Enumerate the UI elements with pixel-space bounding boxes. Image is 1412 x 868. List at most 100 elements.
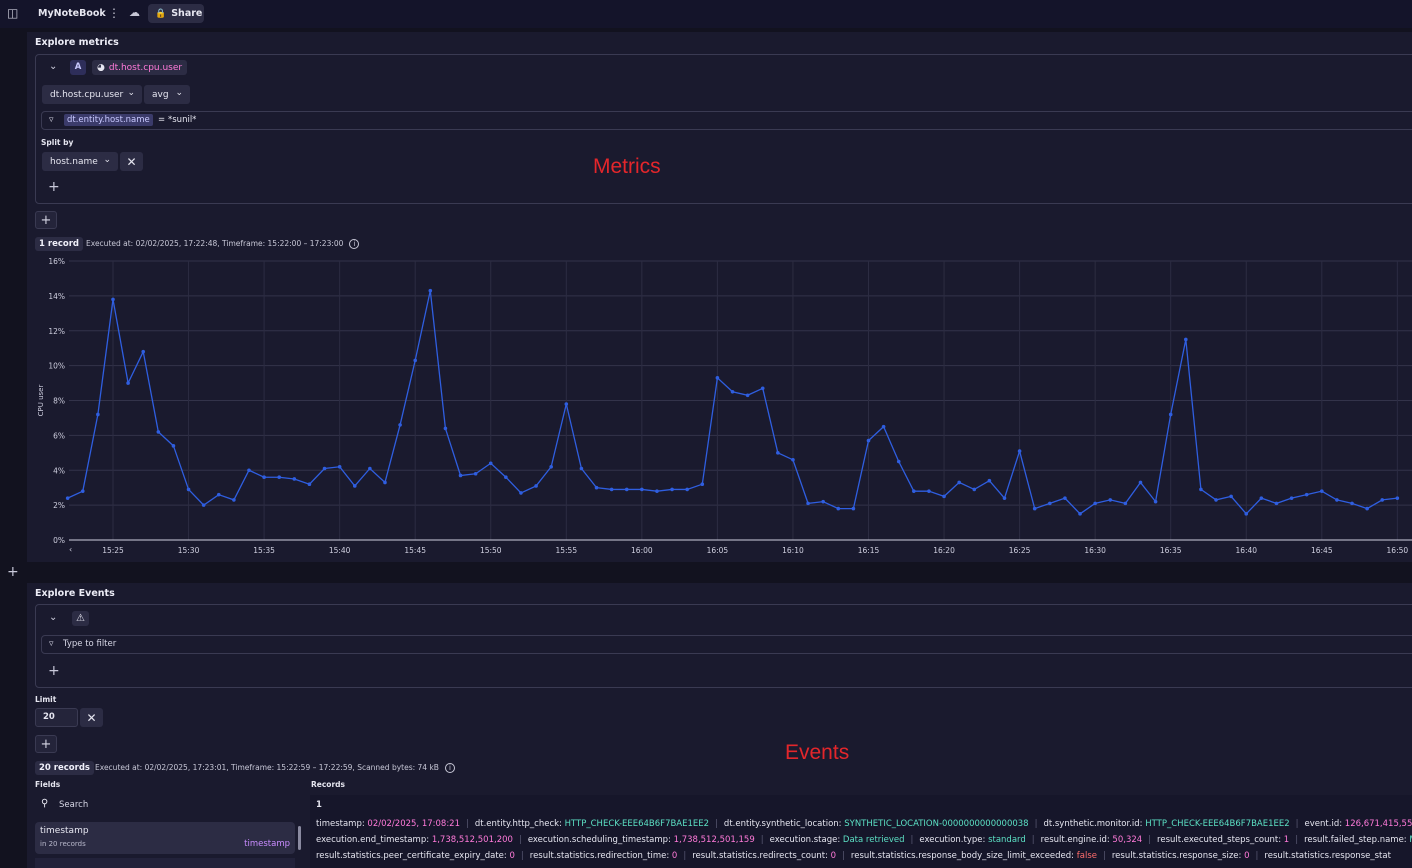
x-tick-label: 16:35 bbox=[1160, 546, 1182, 555]
record-field-value[interactable]: 0 bbox=[672, 851, 677, 861]
record-field-value[interactable]: SYNTHETIC_LOCATION-0000000000000038 bbox=[844, 819, 1028, 829]
data-point bbox=[413, 358, 418, 363]
y-tick-label: 10% bbox=[48, 362, 65, 371]
data-point bbox=[730, 389, 735, 394]
limit-label: Limit bbox=[35, 695, 57, 704]
record-field-key: execution.scheduling_timestamp: bbox=[527, 835, 674, 845]
fields-search[interactable]: ⚲ Search bbox=[35, 795, 297, 815]
events-annotation: Events bbox=[785, 741, 850, 764]
data-point bbox=[1199, 487, 1203, 492]
metric-select[interactable]: dt.host.cpu.user ⌄ bbox=[42, 85, 142, 104]
record-field-value[interactable]: Data retrieved bbox=[843, 835, 905, 845]
data-point bbox=[186, 487, 191, 492]
data-point bbox=[594, 485, 599, 490]
x-tick-label: 16:30 bbox=[1084, 546, 1106, 555]
remove-limit-button[interactable]: ✕ bbox=[80, 708, 103, 727]
lock-icon: 🔒 bbox=[155, 8, 167, 19]
record-field-value[interactable]: standard bbox=[988, 835, 1026, 845]
add-section-icon[interactable]: + bbox=[7, 565, 19, 579]
record-field-value[interactable]: 1,738,512,501,200 bbox=[432, 835, 513, 845]
data-point bbox=[504, 475, 508, 480]
close-icon: ✕ bbox=[126, 154, 137, 169]
record-field-value[interactable]: 0 bbox=[1244, 851, 1249, 861]
record-field-value[interactable]: HTTP_CHECK-EEE64B6F7BAE1EE2 bbox=[565, 819, 709, 829]
split-by-label: Split by bbox=[41, 138, 74, 147]
data-point bbox=[564, 402, 569, 406]
data-point bbox=[322, 466, 327, 471]
data-point bbox=[1335, 498, 1339, 502]
data-point bbox=[851, 506, 856, 511]
add-icon[interactable]: + bbox=[48, 180, 60, 194]
events-filter-input[interactable]: ▿ Type to filter bbox=[41, 635, 1412, 654]
record-field-key: dt.entity.http_check: bbox=[474, 819, 565, 829]
field-item[interactable]: timestamp in 20 records timestamp bbox=[35, 822, 295, 854]
data-point bbox=[1274, 501, 1279, 506]
query-letter-badge: A bbox=[70, 60, 86, 75]
data-point bbox=[201, 503, 206, 507]
filter-input[interactable]: ▿ dt.entity.host.name = *sunil* bbox=[41, 111, 1412, 130]
y-tick-label: 0% bbox=[53, 536, 65, 545]
data-point bbox=[655, 489, 659, 493]
notebook-title[interactable]: MyNoteBook bbox=[38, 8, 106, 19]
field-separator: | bbox=[715, 819, 718, 829]
collapse-chevron-icon[interactable]: ⌄ bbox=[49, 612, 57, 623]
add-query-button[interactable]: + bbox=[35, 211, 57, 229]
plus-icon: + bbox=[40, 212, 52, 228]
data-point bbox=[1168, 412, 1173, 417]
cpu-line-chart[interactable]: 0% 2% 4% 6% 8% 10% 12% 14% 16% 15:25 15:30 15:35 15:… bbox=[27, 252, 1412, 558]
data-point bbox=[1289, 496, 1294, 500]
record-field-value[interactable]: 0 bbox=[831, 851, 836, 861]
records-badge: 1 record bbox=[35, 237, 83, 251]
metric-chip-label: dt.host.cpu.user bbox=[108, 62, 183, 73]
record-field-value[interactable]: 1 bbox=[1284, 835, 1289, 845]
record-field-value[interactable]: false bbox=[1077, 851, 1097, 861]
data-point bbox=[912, 489, 916, 493]
share-button[interactable]: 🔒 Share bbox=[148, 4, 204, 23]
data-point bbox=[896, 459, 901, 464]
data-point bbox=[488, 461, 493, 466]
data-point bbox=[1063, 496, 1067, 500]
more-options-icon[interactable]: ⋮ bbox=[108, 6, 120, 20]
record-field-value[interactable]: 50,324 bbox=[1112, 835, 1142, 845]
close-icon: ✕ bbox=[86, 710, 97, 725]
filter-value: *sunil* bbox=[168, 115, 197, 125]
data-point bbox=[836, 506, 841, 511]
data-point bbox=[866, 438, 871, 443]
record-field-value[interactable]: 02/02/2025, 17:08:21 bbox=[367, 819, 460, 829]
record-field-value[interactable]: 0 bbox=[509, 851, 514, 861]
records-label: Records bbox=[311, 780, 345, 789]
data-point bbox=[96, 412, 100, 417]
x-tick-label: 16:15 bbox=[858, 546, 880, 555]
data-point bbox=[957, 480, 961, 485]
alarm-icon: ⚠ bbox=[72, 611, 89, 626]
split-by-select[interactable]: host.name ⌄ bbox=[42, 152, 118, 171]
collapse-chevron-icon[interactable]: ⌄ bbox=[49, 61, 57, 72]
data-point bbox=[307, 482, 312, 486]
metric-chip[interactable]: ◕ dt.host.cpu.user bbox=[92, 60, 188, 75]
data-point bbox=[247, 468, 251, 473]
add-command-button[interactable]: + bbox=[35, 735, 57, 753]
data-point bbox=[791, 457, 795, 462]
cloud-sync-icon[interactable]: ☁ bbox=[129, 6, 140, 19]
data-point bbox=[443, 426, 448, 431]
remove-split-button[interactable]: ✕ bbox=[120, 152, 143, 171]
x-tick-label: 16:00 bbox=[631, 546, 653, 555]
limit-input[interactable]: 20 bbox=[35, 708, 78, 727]
aggregation-select[interactable]: avg ⌄ bbox=[144, 85, 190, 104]
y-tick-label: 2% bbox=[53, 501, 65, 510]
record-field-value[interactable]: 1,738,512,501,159 bbox=[674, 835, 755, 845]
info-icon[interactable]: i bbox=[349, 239, 360, 249]
add-icon[interactable]: + bbox=[48, 664, 60, 678]
executed-info: Executed at: 02/02/2025, 17:22:48, Timef… bbox=[86, 239, 360, 249]
fields-scrollbar[interactable] bbox=[298, 826, 301, 850]
record-field-value[interactable]: HTTP_CHECK-EEE64B6F7BAE1EE2 bbox=[1145, 819, 1289, 829]
data-point bbox=[579, 466, 584, 471]
data-point bbox=[624, 487, 629, 492]
data-point bbox=[776, 451, 780, 455]
record-field-value[interactable]: 126,671,415,55 bbox=[1345, 819, 1412, 829]
sidebar-toggle-icon[interactable]: ◫ bbox=[7, 6, 18, 20]
data-point bbox=[1078, 512, 1082, 516]
info-icon[interactable]: i bbox=[444, 763, 455, 773]
split-by-value: host.name bbox=[50, 156, 98, 167]
x-tick-label: 15:35 bbox=[253, 546, 275, 555]
